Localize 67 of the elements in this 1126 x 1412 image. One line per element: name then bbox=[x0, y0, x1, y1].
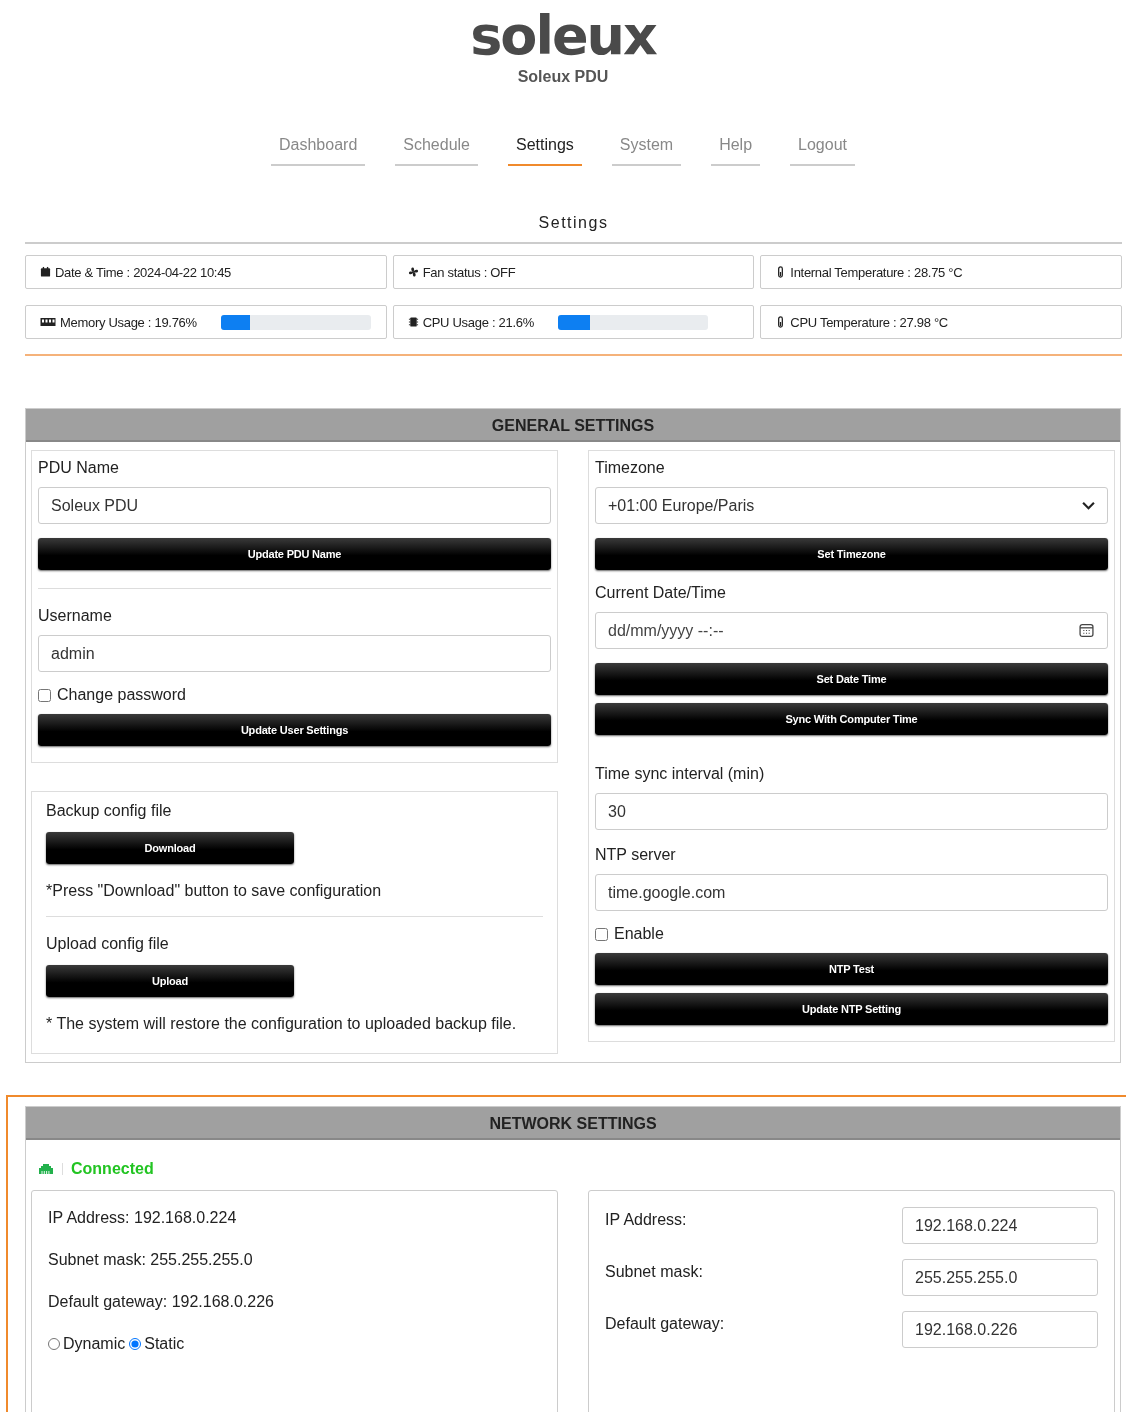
logo-wordmark: soleux bbox=[470, 6, 656, 66]
status-text: Internal Temperature : 28.75 °C bbox=[790, 264, 963, 280]
radio-label: Dynamic bbox=[63, 1335, 126, 1353]
network-input-field[interactable]: 192.168.0.224 bbox=[902, 1207, 1098, 1244]
connection-status: Connected bbox=[71, 1160, 154, 1178]
nav-tab[interactable]: System bbox=[611, 128, 682, 166]
section-header: NETWORK SETTINGS bbox=[26, 1107, 1120, 1140]
status-text: Date & Time : 2024-04-22 10:45 bbox=[55, 264, 231, 280]
field-label: Current Date/Time bbox=[595, 584, 727, 602]
download-button[interactable]: Download bbox=[46, 832, 294, 864]
field-label: Default gateway: bbox=[605, 1315, 725, 1333]
calendar-icon bbox=[40, 266, 51, 278]
network-info: Default gateway: 192.168.0.226 bbox=[48, 1293, 275, 1311]
nav-tab[interactable]: Dashboard bbox=[271, 128, 366, 166]
note-text: * The system will restore the configuration to uploaded backup file. bbox=[46, 1015, 518, 1033]
nav-tab[interactable]: Settings bbox=[508, 128, 582, 166]
network-info: Subnet mask: 255.255.255.0 bbox=[48, 1251, 254, 1269]
ethernet-icon bbox=[38, 1163, 63, 1175]
field-label: Time sync interval (min) bbox=[595, 765, 766, 783]
calendar-icon bbox=[1079, 623, 1094, 638]
field-label: IP Address: bbox=[605, 1211, 687, 1229]
timezone-select[interactable]: +01:00 Europe/Paris bbox=[595, 487, 1108, 524]
nav-tab[interactable]: Logout bbox=[790, 128, 855, 166]
field-label: Backup config file bbox=[46, 802, 173, 820]
nav-tab[interactable]: Help bbox=[711, 128, 761, 166]
nav-tab[interactable]: Schedule bbox=[395, 128, 478, 166]
radio-button[interactable] bbox=[129, 1338, 142, 1350]
field-label: Subnet mask: bbox=[605, 1263, 703, 1281]
datetime-field[interactable]: dd/mm/yyyy --:-- bbox=[595, 612, 1108, 649]
update-pdu-name-button[interactable]: Update PDU Name bbox=[38, 538, 551, 570]
sync-interval-field[interactable]: 30 bbox=[595, 793, 1108, 830]
fan-icon bbox=[407, 266, 419, 278]
page-title: Settings bbox=[25, 214, 1122, 244]
note-text: *Press "Download" button to save configuration bbox=[46, 882, 383, 900]
section-header: GENERAL SETTINGS bbox=[26, 409, 1120, 442]
status-text: Fan status : OFF bbox=[422, 264, 516, 280]
status-text: CPU Temperature : 27.98 °C bbox=[790, 314, 948, 330]
ntp-button[interactable]: NTP Test bbox=[595, 953, 1108, 985]
network-input-field[interactable]: 255.255.255.0 bbox=[902, 1259, 1098, 1296]
field-label: NTP server bbox=[595, 846, 677, 864]
checkbox-label: Change password bbox=[57, 686, 186, 704]
status-text: Memory Usage : 19.76% bbox=[60, 314, 197, 330]
checkbox[interactable] bbox=[38, 688, 51, 702]
field-label: Timezone bbox=[595, 459, 666, 477]
set-timezone-button[interactable]: Set Timezone bbox=[595, 538, 1108, 570]
logo-subtitle: Soleux PDU bbox=[516, 68, 610, 86]
ntp-server-field[interactable]: time.google.com bbox=[595, 874, 1108, 911]
cpu-icon bbox=[407, 316, 419, 328]
network-input-field[interactable]: 192.168.0.226 bbox=[902, 1311, 1098, 1348]
network-info: IP Address: 192.168.0.224 bbox=[48, 1209, 238, 1227]
radio-button[interactable] bbox=[48, 1338, 60, 1350]
update-user-settings-button[interactable]: Update User Settings bbox=[38, 714, 551, 746]
pdu-name-field[interactable]: Soleux PDU bbox=[38, 487, 551, 524]
checkbox-label: Enable bbox=[614, 925, 664, 943]
checkbox[interactable] bbox=[595, 927, 608, 941]
memory-icon bbox=[40, 317, 56, 327]
datetime-button[interactable]: Set Date Time bbox=[595, 663, 1108, 695]
field-label: Upload config file bbox=[46, 935, 170, 953]
username-field[interactable]: admin bbox=[38, 635, 551, 672]
upload-button[interactable]: Upload bbox=[46, 965, 294, 997]
field-label: PDU Name bbox=[38, 459, 120, 477]
ntp-button[interactable]: Update NTP Setting bbox=[595, 993, 1108, 1025]
radio-label: Static bbox=[144, 1335, 185, 1353]
chevron-down-icon bbox=[1082, 501, 1095, 510]
datetime-button[interactable]: Sync With Computer Time bbox=[595, 703, 1108, 735]
field-label: Username bbox=[38, 607, 113, 625]
status-text: CPU Usage : 21.6% bbox=[422, 314, 534, 330]
